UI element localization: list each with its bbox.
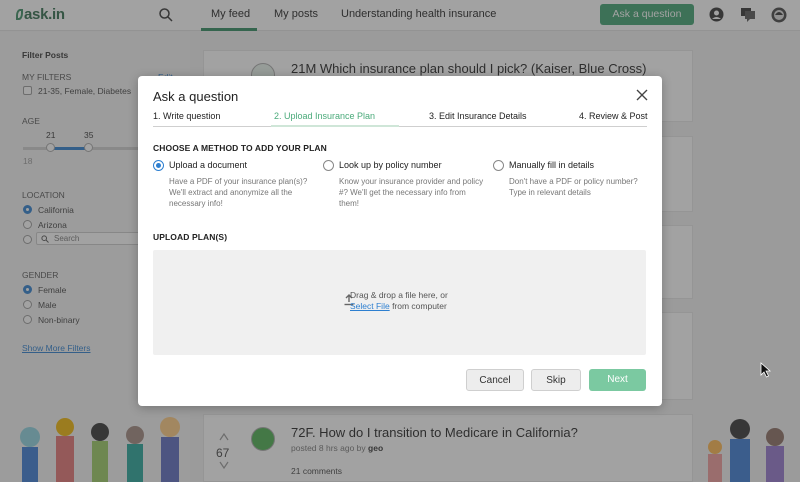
method-desc-upload-document: Have a PDF of your insurance plan(s)? We… [169,177,308,208]
ask-question-modal: Ask a question 1. Write question 2. Uplo… [138,76,662,406]
method-title-upload-document[interactable]: Upload a document [169,160,247,170]
skip-button[interactable]: Skip [531,369,581,391]
step-review-and-post: 4. Review & Post [579,111,648,121]
method-radio-manual-fill[interactable] [493,160,504,171]
step-upload-insurance-plan: 2. Upload Insurance Plan [274,111,376,121]
method-section-heading: CHOOSE A METHOD TO ADD YOUR PLAN [153,143,327,153]
mouse-cursor-icon [760,362,772,378]
steps-progress-line [153,126,647,127]
select-file-link[interactable]: Select File [350,301,390,311]
modal-title: Ask a question [153,89,239,104]
method-title-manual-fill[interactable]: Manually fill in details [509,160,594,170]
file-dropzone[interactable]: Drag & drop a file here, or Select File … [153,250,646,355]
step-edit-insurance-details: 3. Edit Insurance Details [429,111,527,121]
method-title-lookup-policy[interactable]: Look up by policy number [339,160,442,170]
method-radio-lookup-policy[interactable] [323,160,334,171]
close-icon[interactable] [636,89,648,101]
step-write-question: 1. Write question [153,111,221,121]
cancel-button[interactable]: Cancel [466,369,524,391]
dropzone-line-1: Drag & drop a file here, or [350,290,448,300]
method-desc-manual-fill: Don't have a PDF or policy number? Type … [509,177,638,197]
dropzone-line-2: from computer [392,301,447,311]
dropzone-instructions: Drag & drop a file here, or Select File … [350,290,448,312]
method-radio-upload-document[interactable] [153,160,164,171]
method-desc-lookup-policy: Know your insurance provider and policy … [339,177,484,208]
next-button[interactable]: Next [589,369,646,391]
active-step-indicator [271,125,399,127]
upload-section-heading: UPLOAD PLAN(S) [153,232,228,242]
